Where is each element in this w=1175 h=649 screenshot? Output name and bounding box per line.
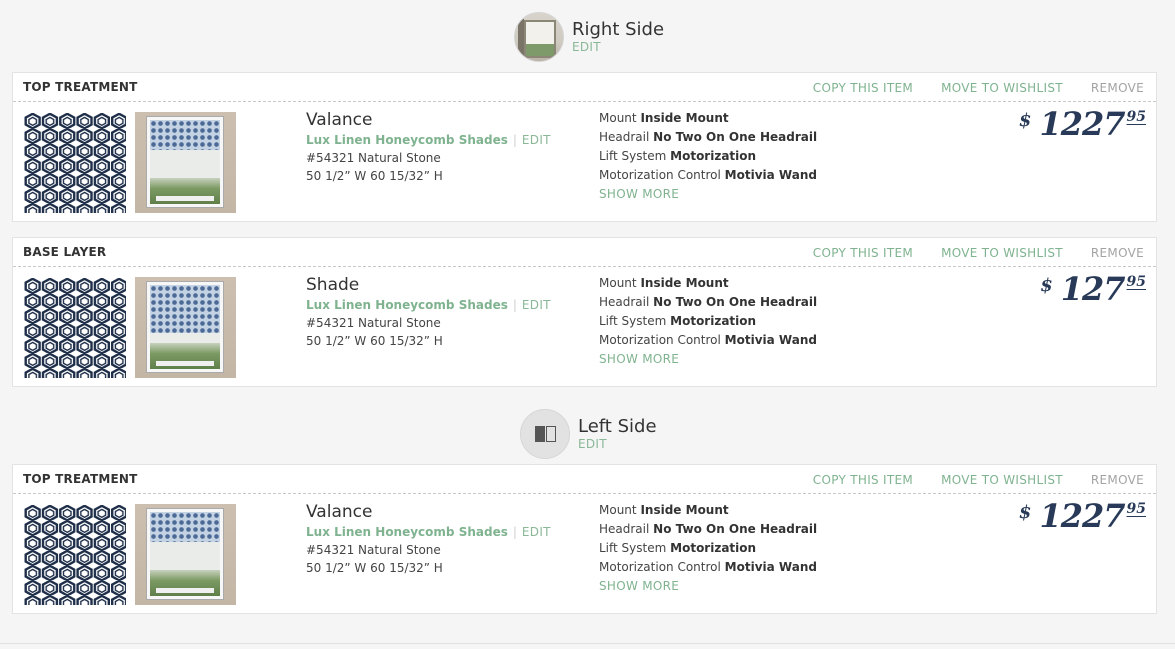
spec-lift-system: Lift System Motorization: [599, 541, 757, 555]
spec-mount: Mount Inside Mount: [599, 503, 729, 517]
room-photo-icon: [514, 12, 564, 62]
remove-button[interactable]: REMOVE: [1091, 473, 1144, 487]
product-line-link[interactable]: Lux Linen Honeycomb Shades: [306, 525, 508, 539]
price-currency: $: [1040, 275, 1053, 296]
cart-item-card: BASE LAYER COPY THIS ITEM MOVE TO WISHLI…: [12, 237, 1157, 387]
price-whole: 1227: [1039, 105, 1125, 143]
copy-item-button[interactable]: COPY THIS ITEM: [813, 473, 913, 487]
spec-headrail: Headrail No Two On One Headrail: [599, 295, 818, 309]
move-to-wishlist-button[interactable]: MOVE TO WISHLIST: [941, 246, 1063, 260]
show-more-link[interactable]: SHOW MORE: [599, 577, 817, 596]
copy-item-button[interactable]: COPY THIS ITEM: [813, 246, 913, 260]
move-to-wishlist-button[interactable]: MOVE TO WISHLIST: [941, 81, 1063, 95]
spec-lift-system: Lift System Motorization: [599, 314, 757, 328]
group-header-right-side: Right Side EDIT: [514, 12, 664, 62]
group-edit-link[interactable]: EDIT: [578, 437, 657, 451]
spec-mount: Mount Inside Mount: [599, 276, 729, 290]
product-room-photo[interactable]: [135, 277, 236, 378]
cart-item-card: TOP TREATMENT COPY THIS ITEM MOVE TO WIS…: [12, 72, 1157, 222]
fabric-swatch-image[interactable]: [24, 505, 126, 605]
item-type-label: TOP TREATMENT: [23, 472, 138, 486]
sku-color: #54321 Natural Stone: [306, 151, 441, 165]
fabric-swatch-image[interactable]: [24, 113, 126, 213]
sku-color: #54321 Natural Stone: [306, 543, 441, 557]
price-cents: 95: [1126, 109, 1146, 125]
price-currency: $: [1018, 110, 1032, 131]
show-more-link[interactable]: SHOW MORE: [599, 185, 817, 204]
price-cents: 95: [1126, 501, 1146, 517]
price-whole: 1227: [1039, 497, 1125, 535]
item-type-label: BASE LAYER: [23, 245, 107, 259]
product-room-photo[interactable]: [135, 112, 236, 213]
dimensions: 50 1/2” W 60 15/32” H: [306, 169, 443, 183]
spec-lift-system: Lift System Motorization: [599, 149, 757, 163]
spec-mount: Mount Inside Mount: [599, 111, 729, 125]
remove-button[interactable]: REMOVE: [1091, 246, 1144, 260]
spec-motorization-control: Motorization Control Motivia Wand: [599, 560, 817, 574]
copy-item-button[interactable]: COPY THIS ITEM: [813, 81, 913, 95]
product-line-link[interactable]: Lux Linen Honeycomb Shades: [306, 133, 508, 147]
dimensions: 50 1/2” W 60 15/32” H: [306, 334, 443, 348]
item-price: $ 1227 95: [1019, 496, 1146, 536]
price-cents: 95: [1126, 274, 1146, 290]
dimensions: 50 1/2” W 60 15/32” H: [306, 561, 443, 575]
group-header-left-side: Left Side EDIT: [520, 409, 657, 459]
spec-motorization-control: Motorization Control Motivia Wand: [599, 333, 817, 347]
item-edit-link[interactable]: EDIT: [522, 133, 551, 147]
group-title: Left Side: [578, 415, 657, 437]
remove-button[interactable]: REMOVE: [1091, 81, 1144, 95]
item-price: $ 1227 95: [1019, 104, 1146, 144]
item-type-label: TOP TREATMENT: [23, 80, 138, 94]
move-to-wishlist-button[interactable]: MOVE TO WISHLIST: [941, 473, 1063, 487]
group-title: Right Side: [572, 18, 665, 40]
product-name: Valance: [306, 502, 373, 522]
bottom-divider: [0, 643, 1175, 644]
spec-motorization-control: Motorization Control Motivia Wand: [599, 168, 817, 182]
show-more-link[interactable]: SHOW MORE: [599, 350, 817, 369]
product-room-photo[interactable]: [135, 504, 236, 605]
price-whole: 127: [1060, 270, 1126, 308]
price-currency: $: [1018, 502, 1032, 523]
item-edit-link[interactable]: EDIT: [522, 525, 551, 539]
product-name: Shade: [306, 275, 360, 295]
spec-headrail: Headrail No Two On One Headrail: [599, 522, 818, 536]
split-panels-icon: [520, 409, 570, 459]
sku-color: #54321 Natural Stone: [306, 316, 441, 330]
fabric-swatch-image[interactable]: [24, 278, 126, 378]
item-price: $ 127 95: [1040, 269, 1146, 309]
spec-headrail: Headrail No Two On One Headrail: [599, 130, 818, 144]
cart-item-card: TOP TREATMENT COPY THIS ITEM MOVE TO WIS…: [12, 464, 1157, 614]
product-line-link[interactable]: Lux Linen Honeycomb Shades: [306, 298, 508, 312]
product-name: Valance: [306, 110, 373, 130]
item-edit-link[interactable]: EDIT: [522, 298, 551, 312]
group-edit-link[interactable]: EDIT: [572, 40, 664, 54]
